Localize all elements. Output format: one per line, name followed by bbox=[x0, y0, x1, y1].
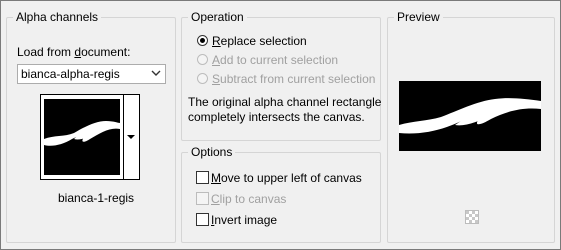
document-select[interactable]: bianca-alpha-regis bbox=[17, 64, 166, 84]
add-to-selection-label[interactable]: Add to current selection bbox=[212, 53, 338, 67]
preview-title: Preview bbox=[394, 10, 443, 24]
move-to-upper-left-checkbox[interactable] bbox=[196, 171, 209, 184]
clip-to-canvas-label[interactable]: Clip to canvas bbox=[211, 192, 286, 206]
replace-selection-label[interactable]: Replace selection bbox=[212, 34, 307, 48]
channel-dropdown-button[interactable] bbox=[124, 94, 140, 180]
replace-selection-radio[interactable] bbox=[197, 35, 208, 46]
operation-note-line2: completely intersects the canvas. bbox=[188, 110, 365, 124]
dropdown-arrow-icon bbox=[127, 135, 135, 139]
load-from-document-label: Load from document: bbox=[17, 45, 131, 59]
preview-canvas bbox=[399, 81, 541, 151]
add-to-selection-radio[interactable] bbox=[197, 54, 208, 65]
invert-image-checkbox[interactable] bbox=[196, 213, 209, 226]
wave-shape-icon bbox=[44, 121, 120, 146]
subtract-from-selection-radio[interactable] bbox=[197, 73, 208, 84]
move-to-upper-left-label[interactable]: Move to upper left of canvas bbox=[211, 171, 362, 185]
channel-thumbnail[interactable] bbox=[40, 94, 124, 180]
channel-thumbnail-image bbox=[44, 99, 120, 175]
subtract-from-selection-label[interactable]: Subtract from current selection bbox=[212, 72, 375, 86]
alpha-channels-title: Alpha channels bbox=[13, 10, 102, 24]
chevron-down-icon bbox=[151, 70, 161, 76]
channel-name-label: bianca-1-regis bbox=[58, 191, 135, 205]
invert-image-label[interactable]: Invert image bbox=[211, 213, 277, 227]
options-title: Options bbox=[188, 145, 236, 159]
document-select-value: bianca-alpha-regis bbox=[21, 67, 120, 81]
clip-to-canvas-checkbox[interactable] bbox=[196, 192, 209, 205]
operation-note-line1: The original alpha channel rectangle bbox=[188, 95, 382, 109]
operation-title: Operation bbox=[188, 10, 247, 24]
checkerboard-toggle-icon[interactable] bbox=[465, 210, 479, 224]
preview-wave-shape bbox=[399, 98, 541, 134]
